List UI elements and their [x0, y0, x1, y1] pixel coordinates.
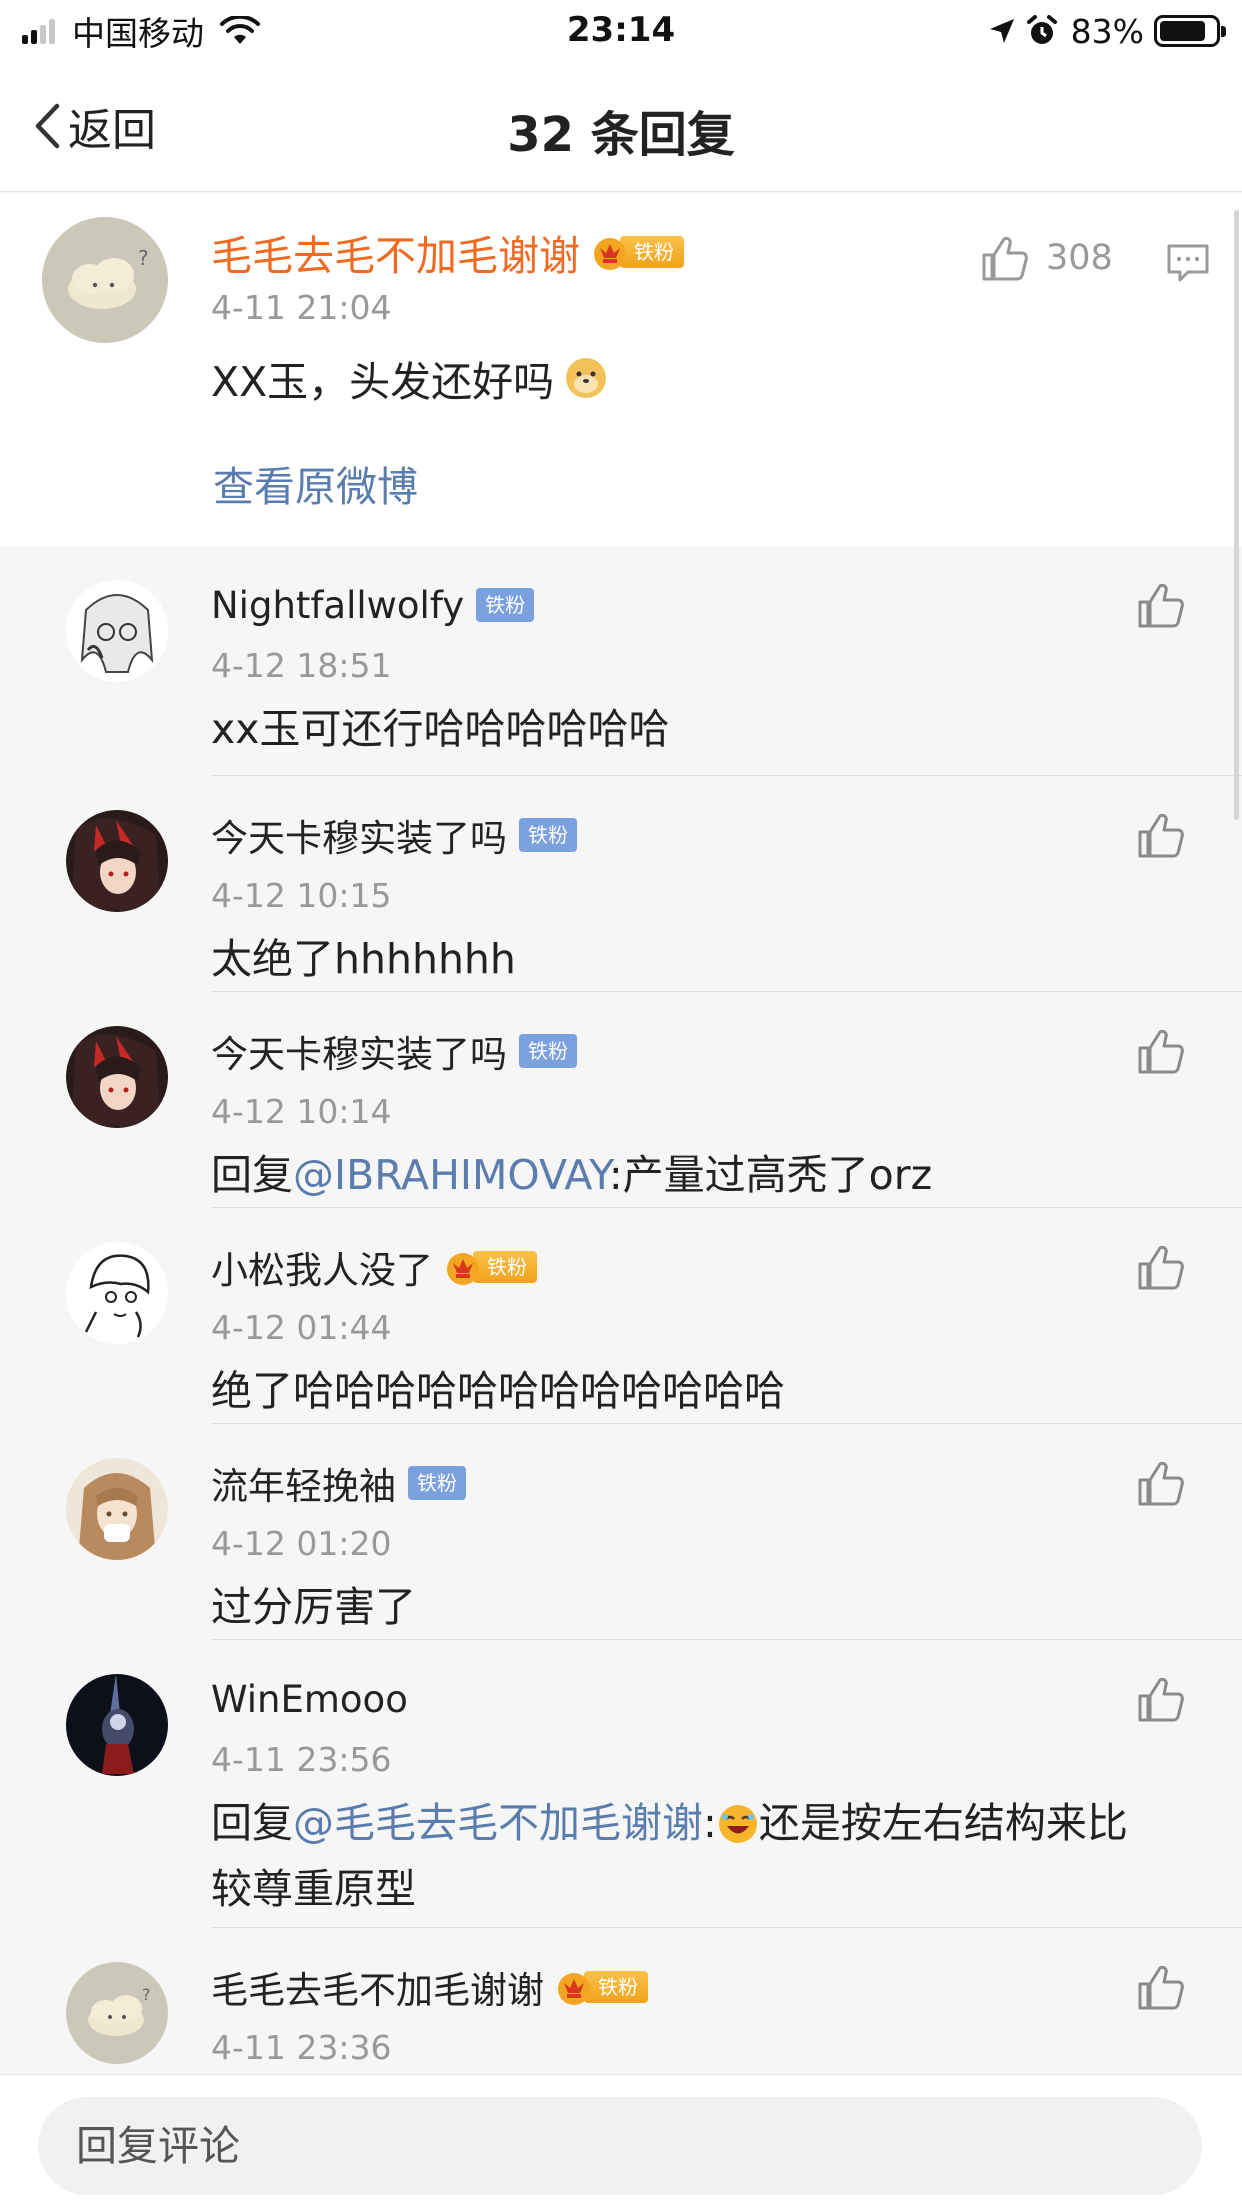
- comment-time: 4-11 21:04: [211, 288, 392, 327]
- reply-body: :产量过高秃了orz: [608, 1151, 933, 1199]
- fan-badge: 铁粉: [556, 1970, 648, 2005]
- avatar[interactable]: ?: [66, 1962, 168, 2064]
- author-name[interactable]: 小松我人没了: [211, 1240, 433, 1294]
- author-name[interactable]: 毛毛去毛不加毛谢谢: [211, 222, 580, 282]
- battery-icon: [1154, 15, 1226, 47]
- reply-time: 4-12 10:14: [211, 1092, 392, 1131]
- author-row: 毛毛去毛不加毛谢谢 铁粉: [211, 1962, 648, 2012]
- reply-colon: :: [703, 1799, 717, 1847]
- reply-comment-icon[interactable]: [1166, 243, 1210, 283]
- fan-badge: 铁粉: [408, 1466, 466, 1500]
- reply-time: 4-12 10:15: [211, 876, 392, 915]
- svg-text:?: ?: [142, 1985, 151, 2004]
- crown-icon: [447, 1253, 479, 1285]
- reply-comment-input[interactable]: 回复评论: [38, 2097, 1202, 2195]
- bottom-bar: 回复评论: [0, 2074, 1242, 2208]
- reply-list: Nightfallwolfy 铁粉 4-12 18:51 xx玉可还行哈哈哈哈哈…: [0, 546, 1242, 2144]
- author-name[interactable]: 流年轻挽袖: [211, 1456, 396, 1510]
- reply-prefix: 回复: [211, 1799, 293, 1847]
- reply-item: 今天卡穆实装了吗 铁粉 4-12 10:15 太绝了hhhhhhh: [0, 776, 1242, 992]
- like-count: 308: [1046, 238, 1113, 278]
- avatar[interactable]: [66, 1458, 168, 1560]
- avatar[interactable]: [66, 1674, 168, 1776]
- laughing-emoji-icon: [718, 1805, 757, 1843]
- author-name[interactable]: Nightfallwolfy: [211, 584, 464, 627]
- author-name[interactable]: WinEmooo: [211, 1678, 408, 1721]
- status-right: 83%: [979, 10, 1226, 52]
- reply-item: 流年轻挽袖 铁粉 4-12 01:20 过分厉害了: [0, 1424, 1242, 1640]
- location-arrow-icon: [989, 19, 1014, 43]
- reply-text: 回复@毛毛去毛不加毛谢谢: 还是按左右结构来比较尊重原型: [211, 1790, 1161, 1922]
- page-title: 32 条回复: [507, 107, 735, 163]
- author-row: 今天卡穆实装了吗 铁粉: [211, 810, 577, 860]
- battery-percent: 83%: [1070, 11, 1144, 51]
- fan-badge: 铁粉: [592, 235, 684, 270]
- thumbs-up-icon: [982, 236, 1028, 281]
- thumbs-up-icon[interactable]: [1136, 1242, 1186, 1292]
- reply-item: Nightfallwolfy 铁粉 4-12 18:51 xx玉可还行哈哈哈哈哈…: [0, 546, 1242, 776]
- reply-text: 回复@IBRAHIMOVAY:产量过高秃了orz: [211, 1142, 1161, 1208]
- avatar[interactable]: ?: [42, 217, 168, 343]
- reply-text: 太绝了hhhhhhh: [211, 935, 516, 983]
- reply-item: 小松我人没了 铁粉 4-12 01:44 绝了哈哈哈哈哈哈哈哈哈哈哈哈: [0, 1208, 1242, 1424]
- like-button[interactable]: 308: [980, 233, 1113, 283]
- main-comment: ? 毛毛去毛不加毛谢谢 铁粉 4-11 21:04 XX玉，头发还好吗 查看原微…: [0, 193, 1242, 546]
- thumbs-up-icon[interactable]: [1136, 1962, 1186, 2012]
- reply-text: 过分厉害了: [211, 1583, 416, 1631]
- nav-bar: 返回 32 条回复: [0, 62, 1242, 192]
- battery-fill: [1160, 21, 1205, 41]
- author-row: 小松我人没了 铁粉: [211, 1242, 537, 1292]
- reply-time: 4-11 23:56: [211, 1740, 392, 1779]
- scrollbar[interactable]: [1234, 210, 1239, 820]
- author-name[interactable]: 毛毛去毛不加毛谢谢: [211, 1960, 544, 2014]
- thumbs-up-icon[interactable]: [1136, 1674, 1186, 1724]
- alarm-icon: [1026, 15, 1057, 44]
- fan-badge: 铁粉: [476, 588, 535, 622]
- crown-icon: [594, 238, 626, 270]
- reply-time: 4-12 01:44: [211, 1308, 392, 1347]
- reply-text: xx玉可还行哈哈哈哈哈哈: [211, 705, 670, 753]
- fan-badge: 铁粉: [519, 1034, 577, 1068]
- mention-link[interactable]: @毛毛去毛不加毛谢谢: [293, 1799, 703, 1847]
- reply-time: 4-12 01:20: [211, 1524, 392, 1563]
- crown-icon: [558, 1973, 590, 2005]
- thumbs-up-icon[interactable]: [1136, 580, 1186, 630]
- view-original-weibo-link[interactable]: 查看原微博: [213, 453, 418, 513]
- author-name[interactable]: 今天卡穆实装了吗: [211, 808, 507, 862]
- fan-badge: 铁粉: [445, 1250, 537, 1285]
- author-row: 今天卡穆实装了吗 铁粉: [211, 1026, 577, 1076]
- author-row: WinEmooo: [211, 1674, 408, 1724]
- avatar[interactable]: [66, 580, 168, 682]
- svg-text:?: ?: [138, 246, 149, 270]
- author-row: 毛毛去毛不加毛谢谢 铁粉: [211, 227, 684, 280]
- reply-prefix: 回复: [211, 1151, 293, 1199]
- reply-text: 绝了哈哈哈哈哈哈哈哈哈哈哈哈: [211, 1367, 785, 1415]
- reply-item: 今天卡穆实装了吗 铁粉 4-12 10:14 回复@IBRAHIMOVAY:产量…: [0, 992, 1242, 1208]
- comment-body: XX玉，头发还好吗: [211, 358, 555, 406]
- fan-badge: 铁粉: [519, 818, 577, 852]
- author-name[interactable]: 今天卡穆实装了吗: [211, 1024, 507, 1078]
- avatar[interactable]: [66, 810, 168, 912]
- reply-time: 4-12 18:51: [211, 646, 392, 685]
- reply-time: 4-11 23:36: [211, 2028, 392, 2067]
- author-row: Nightfallwolfy 铁粉: [211, 580, 535, 630]
- comment-text: XX玉，头发还好吗: [211, 348, 608, 408]
- status-bar: 中国移动 23:14 83%: [0, 0, 1242, 62]
- avatar[interactable]: [66, 1242, 168, 1344]
- doge-emoji-icon: [566, 358, 607, 398]
- thumbs-up-icon[interactable]: [1136, 1026, 1186, 1076]
- mention-link[interactable]: @IBRAHIMOVAY: [293, 1151, 609, 1199]
- avatar[interactable]: [66, 1026, 168, 1128]
- reply-item: WinEmooo 4-11 23:56 回复@毛毛去毛不加毛谢谢: 还是按左右结构…: [0, 1640, 1242, 1928]
- author-row: 流年轻挽袖 铁粉: [211, 1458, 466, 1508]
- thumbs-up-icon[interactable]: [1136, 810, 1186, 860]
- thumbs-up-icon[interactable]: [1136, 1458, 1186, 1508]
